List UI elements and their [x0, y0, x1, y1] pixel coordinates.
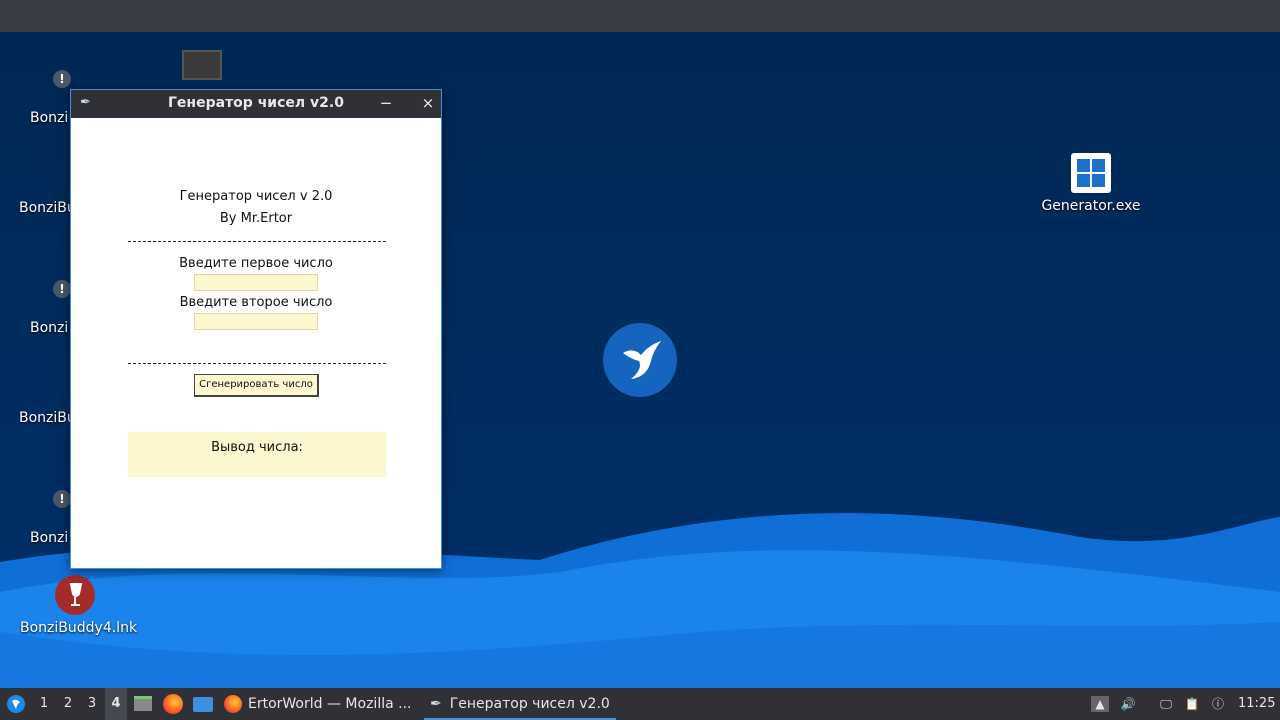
clipboard-icon[interactable]: 📋: [1183, 696, 1201, 712]
monitor-icon: [181, 50, 223, 92]
separator-bottom: [128, 363, 386, 364]
bonzi-red-icon: [54, 574, 96, 616]
feather-icon: ✒: [430, 696, 442, 712]
show-desktop-icon: [193, 697, 213, 712]
output-box: Вывод числа:: [128, 432, 386, 477]
window-titlebar[interactable]: ✒ Генератор чисел v2.0 − ×: [71, 90, 441, 118]
taskbar: 1 2 3 4 ErtorWorld — Mozilla ... ✒ Генера…: [0, 688, 1280, 720]
generate-number-button[interactable]: Сгенерировать число: [194, 374, 319, 397]
task-firefox[interactable]: ErtorWorld — Mozilla ...: [224, 688, 416, 720]
workspace-2[interactable]: 2: [57, 688, 79, 720]
wine-glass-icon: [69, 583, 83, 606]
window-body: Генератор чисел v 2.0 By Mr.Ertor Введит…: [71, 118, 441, 568]
lxqt-menu-icon: [7, 695, 25, 713]
second-number-input[interactable]: [194, 313, 318, 330]
desktop-icon-bonzibuddy4[interactable]: BonziBuddy4.lnk: [20, 574, 137, 636]
firefox-icon: [163, 694, 183, 714]
volume-icon[interactable]: 🔊: [1119, 696, 1137, 712]
file-manager-launcher[interactable]: [134, 688, 154, 720]
minimize-button[interactable]: −: [376, 93, 396, 113]
task-generator-label: Генератор чисел v2.0: [449, 696, 610, 712]
first-number-label: Введите первое число: [179, 256, 333, 271]
workspace-3[interactable]: 3: [81, 688, 103, 720]
desktop-icon-generator[interactable]: Generator.exe: [1036, 152, 1146, 214]
output-label: Вывод числа:: [211, 440, 303, 455]
separator-top: [128, 241, 386, 242]
start-menu-button[interactable]: [4, 688, 28, 720]
task-firefox-label: ErtorWorld — Mozilla ...: [248, 696, 412, 712]
workspace-4[interactable]: 4: [105, 688, 127, 720]
top-panel: [0, 0, 1280, 32]
firefox-launcher[interactable]: [163, 688, 185, 720]
folder-icon: [134, 696, 152, 711]
windows-logo-icon: [1070, 152, 1112, 194]
hummingbird-logo-icon: [603, 323, 677, 397]
desktop-launcher[interactable]: [193, 688, 215, 720]
notification-icon[interactable]: ⓘ: [1209, 696, 1227, 712]
close-button[interactable]: ×: [418, 93, 438, 113]
workspace-1[interactable]: 1: [33, 688, 55, 720]
tray-up-arrow-icon[interactable]: ▲: [1091, 696, 1109, 712]
header-title: Генератор чисел v 2.0: [179, 189, 333, 204]
network-icon[interactable]: 🖵: [1157, 696, 1175, 712]
app-window: ✒ Генератор чисел v2.0 − × Генератор чис…: [70, 89, 442, 569]
firefox-icon: [224, 695, 242, 713]
clock[interactable]: 11:25: [1238, 688, 1275, 720]
header-author: By Mr.Ertor: [219, 211, 293, 226]
second-number-label: Введите второе число: [179, 295, 333, 310]
first-number-input[interactable]: [194, 274, 318, 291]
task-generator[interactable]: ✒ Генератор чисел v2.0: [424, 688, 616, 720]
